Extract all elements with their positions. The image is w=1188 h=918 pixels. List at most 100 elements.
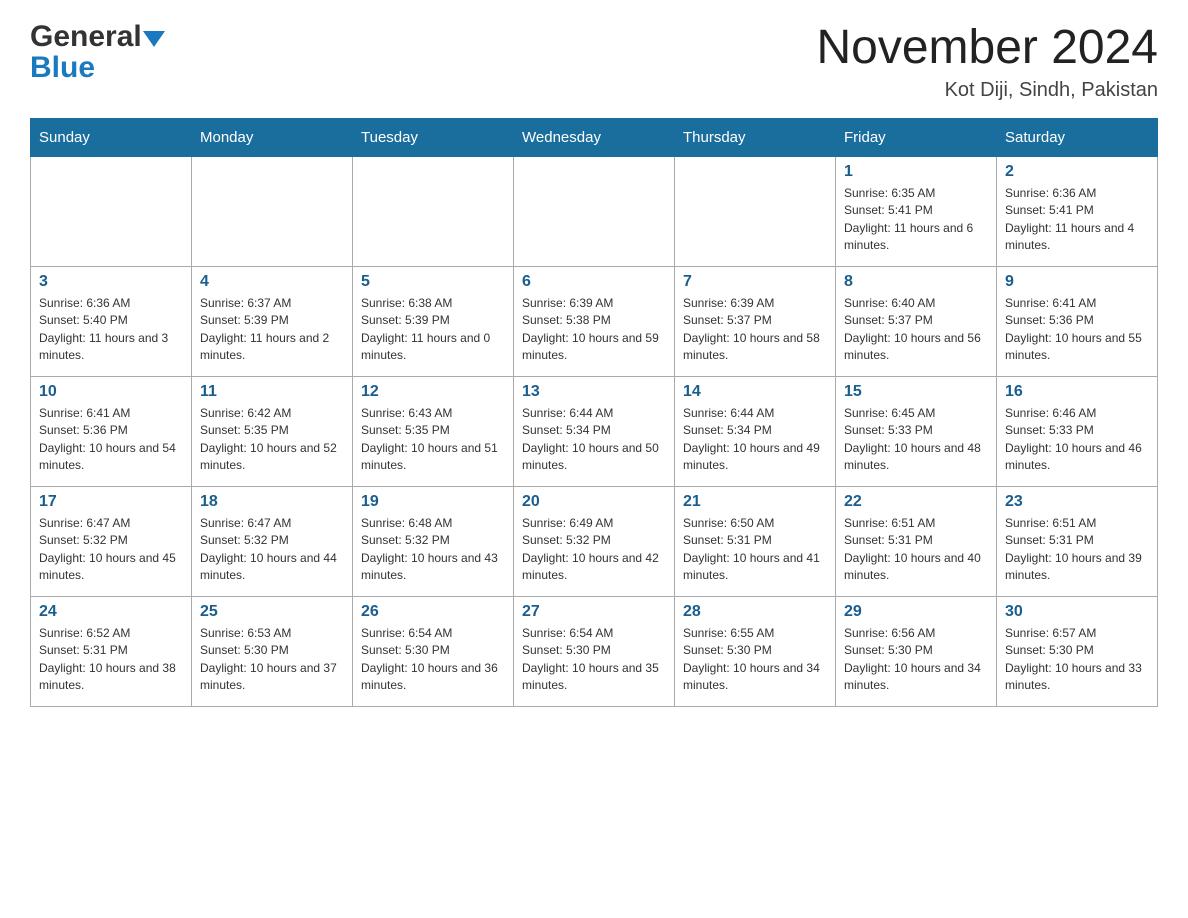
calendar-cell: 22 Sunrise: 6:51 AM Sunset: 5:31 PM Dayli… xyxy=(836,487,997,597)
day-info: Sunrise: 6:51 AM Sunset: 5:31 PM Dayligh… xyxy=(844,515,988,585)
day-info: Sunrise: 6:46 AM Sunset: 5:33 PM Dayligh… xyxy=(1005,405,1149,475)
calendar-cell: 30 Sunrise: 6:57 AM Sunset: 5:30 PM Dayli… xyxy=(997,597,1158,707)
day-info: Sunrise: 6:36 AM Sunset: 5:40 PM Dayligh… xyxy=(39,295,183,365)
day-info: Sunrise: 6:55 AM Sunset: 5:30 PM Dayligh… xyxy=(683,625,827,695)
day-info: Sunrise: 6:38 AM Sunset: 5:39 PM Dayligh… xyxy=(361,295,505,365)
calendar-cell: 12Sunrise: 6:43 AM Sunset: 5:35 PM Dayli… xyxy=(353,377,514,487)
day-info: Sunrise: 6:54 AM Sunset: 5:30 PM Dayligh… xyxy=(522,625,666,695)
calendar-cell: 10 Sunrise: 6:41 AM Sunset: 5:36 PM Dayli… xyxy=(31,377,192,487)
day-info: Sunrise: 6:48 AM Sunset: 5:32 PM Dayligh… xyxy=(361,515,505,585)
calendar-cell: 17 Sunrise: 6:47 AM Sunset: 5:32 PM Dayli… xyxy=(31,487,192,597)
day-number: 5 xyxy=(361,273,505,291)
day-info: Sunrise: 6:53 AM Sunset: 5:30 PM Dayligh… xyxy=(200,625,344,695)
day-number: 19 xyxy=(361,493,505,511)
day-info: Sunrise: 6:54 AM Sunset: 5:30 PM Dayligh… xyxy=(361,625,505,695)
calendar-cell: 20 Sunrise: 6:49 AM Sunset: 5:32 PM Dayli… xyxy=(514,487,675,597)
day-info: Sunrise: 6:44 AM Sunset: 5:34 PM Dayligh… xyxy=(683,405,827,475)
weekday-header-tuesday: Tuesday xyxy=(353,119,514,157)
title-area: November 2024 Kot Diji, Sindh, Pakistan xyxy=(816,20,1158,102)
calendar-cell: 27 Sunrise: 6:54 AM Sunset: 5:30 PM Dayli… xyxy=(514,597,675,707)
calendar-cell: 7 Sunrise: 6:39 AM Sunset: 5:37 PM Daylig… xyxy=(675,267,836,377)
weekday-header-saturday: Saturday xyxy=(997,119,1158,157)
calendar-week-row: 24 Sunrise: 6:52 AM Sunset: 5:31 PM Dayli… xyxy=(31,597,1158,707)
day-info: Sunrise: 6:35 AM Sunset: 5:41 PM Dayligh… xyxy=(844,185,988,255)
day-info: Sunrise: 6:49 AM Sunset: 5:32 PM Dayligh… xyxy=(522,515,666,585)
day-number: 30 xyxy=(1005,603,1149,621)
day-number: 26 xyxy=(361,603,505,621)
calendar-cell: 18Sunrise: 6:47 AM Sunset: 5:32 PM Dayli… xyxy=(192,487,353,597)
day-info: Sunrise: 6:36 AM Sunset: 5:41 PM Dayligh… xyxy=(1005,185,1149,255)
calendar-cell: 9Sunrise: 6:41 AM Sunset: 5:36 PM Daylig… xyxy=(997,267,1158,377)
day-number: 29 xyxy=(844,603,988,621)
calendar-cell: 2 Sunrise: 6:36 AM Sunset: 5:41 PM Daylig… xyxy=(997,157,1158,267)
calendar-week-row: 1Sunrise: 6:35 AM Sunset: 5:41 PM Daylig… xyxy=(31,157,1158,267)
day-info: Sunrise: 6:42 AM Sunset: 5:35 PM Dayligh… xyxy=(200,405,344,475)
day-number: 8 xyxy=(844,273,988,291)
day-info: Sunrise: 6:57 AM Sunset: 5:30 PM Dayligh… xyxy=(1005,625,1149,695)
weekday-header-row: SundayMondayTuesdayWednesdayThursdayFrid… xyxy=(31,119,1158,157)
day-number: 13 xyxy=(522,383,666,401)
weekday-header-wednesday: Wednesday xyxy=(514,119,675,157)
day-number: 20 xyxy=(522,493,666,511)
day-number: 21 xyxy=(683,493,827,511)
calendar-title: November 2024 xyxy=(816,20,1158,75)
weekday-header-friday: Friday xyxy=(836,119,997,157)
day-info: Sunrise: 6:52 AM Sunset: 5:31 PM Dayligh… xyxy=(39,625,183,695)
calendar-cell: 8Sunrise: 6:40 AM Sunset: 5:37 PM Daylig… xyxy=(836,267,997,377)
day-number: 12 xyxy=(361,383,505,401)
day-info: Sunrise: 6:45 AM Sunset: 5:33 PM Dayligh… xyxy=(844,405,988,475)
calendar-cell xyxy=(514,157,675,267)
day-number: 17 xyxy=(39,493,183,511)
calendar-subtitle: Kot Diji, Sindh, Pakistan xyxy=(816,79,1158,102)
calendar-week-row: 10 Sunrise: 6:41 AM Sunset: 5:36 PM Dayli… xyxy=(31,377,1158,487)
logo: General Blue xyxy=(30,20,166,85)
calendar-cell: 19 Sunrise: 6:48 AM Sunset: 5:32 PM Dayli… xyxy=(353,487,514,597)
day-info: Sunrise: 6:39 AM Sunset: 5:37 PM Dayligh… xyxy=(683,295,827,365)
calendar-cell: 29 Sunrise: 6:56 AM Sunset: 5:30 PM Dayli… xyxy=(836,597,997,707)
weekday-header-sunday: Sunday xyxy=(31,119,192,157)
day-info: Sunrise: 6:37 AM Sunset: 5:39 PM Dayligh… xyxy=(200,295,344,365)
calendar-cell: 28 Sunrise: 6:55 AM Sunset: 5:30 PM Dayli… xyxy=(675,597,836,707)
day-number: 7 xyxy=(683,273,827,291)
calendar-cell: 1Sunrise: 6:35 AM Sunset: 5:41 PM Daylig… xyxy=(836,157,997,267)
day-info: Sunrise: 6:44 AM Sunset: 5:34 PM Dayligh… xyxy=(522,405,666,475)
calendar-cell: 11 Sunrise: 6:42 AM Sunset: 5:35 PM Dayli… xyxy=(192,377,353,487)
calendar-cell: 23 Sunrise: 6:51 AM Sunset: 5:31 PM Dayli… xyxy=(997,487,1158,597)
day-number: 24 xyxy=(39,603,183,621)
calendar-cell xyxy=(675,157,836,267)
calendar-cell: 15Sunrise: 6:45 AM Sunset: 5:33 PM Dayli… xyxy=(836,377,997,487)
calendar-cell: 16Sunrise: 6:46 AM Sunset: 5:33 PM Dayli… xyxy=(997,377,1158,487)
day-number: 11 xyxy=(200,383,344,401)
day-number: 23 xyxy=(1005,493,1149,511)
calendar-week-row: 17 Sunrise: 6:47 AM Sunset: 5:32 PM Dayli… xyxy=(31,487,1158,597)
day-number: 25 xyxy=(200,603,344,621)
day-number: 6 xyxy=(522,273,666,291)
day-info: Sunrise: 6:41 AM Sunset: 5:36 PM Dayligh… xyxy=(39,405,183,475)
day-number: 28 xyxy=(683,603,827,621)
calendar-cell: 25 Sunrise: 6:53 AM Sunset: 5:30 PM Dayli… xyxy=(192,597,353,707)
day-info: Sunrise: 6:47 AM Sunset: 5:32 PM Dayligh… xyxy=(39,515,183,585)
day-number: 10 xyxy=(39,383,183,401)
day-info: Sunrise: 6:51 AM Sunset: 5:31 PM Dayligh… xyxy=(1005,515,1149,585)
calendar-cell xyxy=(31,157,192,267)
day-info: Sunrise: 6:47 AM Sunset: 5:32 PM Dayligh… xyxy=(200,515,344,585)
day-number: 2 xyxy=(1005,163,1149,181)
logo-blue: Blue xyxy=(30,51,95,85)
weekday-header-thursday: Thursday xyxy=(675,119,836,157)
logo-general: General xyxy=(30,20,142,53)
calendar-cell: 6 Sunrise: 6:39 AM Sunset: 5:38 PM Daylig… xyxy=(514,267,675,377)
day-number: 4 xyxy=(200,273,344,291)
day-number: 27 xyxy=(522,603,666,621)
day-number: 22 xyxy=(844,493,988,511)
day-info: Sunrise: 6:56 AM Sunset: 5:30 PM Dayligh… xyxy=(844,625,988,695)
calendar-cell: 4 Sunrise: 6:37 AM Sunset: 5:39 PM Daylig… xyxy=(192,267,353,377)
calendar-cell: 3Sunrise: 6:36 AM Sunset: 5:40 PM Daylig… xyxy=(31,267,192,377)
calendar-cell: 5 Sunrise: 6:38 AM Sunset: 5:39 PM Daylig… xyxy=(353,267,514,377)
calendar-cell: 13 Sunrise: 6:44 AM Sunset: 5:34 PM Dayli… xyxy=(514,377,675,487)
day-info: Sunrise: 6:39 AM Sunset: 5:38 PM Dayligh… xyxy=(522,295,666,365)
logo-triangle-icon xyxy=(143,31,165,47)
calendar-week-row: 3Sunrise: 6:36 AM Sunset: 5:40 PM Daylig… xyxy=(31,267,1158,377)
calendar-table: SundayMondayTuesdayWednesdayThursdayFrid… xyxy=(30,118,1158,707)
calendar-cell: 26 Sunrise: 6:54 AM Sunset: 5:30 PM Dayli… xyxy=(353,597,514,707)
weekday-header-monday: Monday xyxy=(192,119,353,157)
